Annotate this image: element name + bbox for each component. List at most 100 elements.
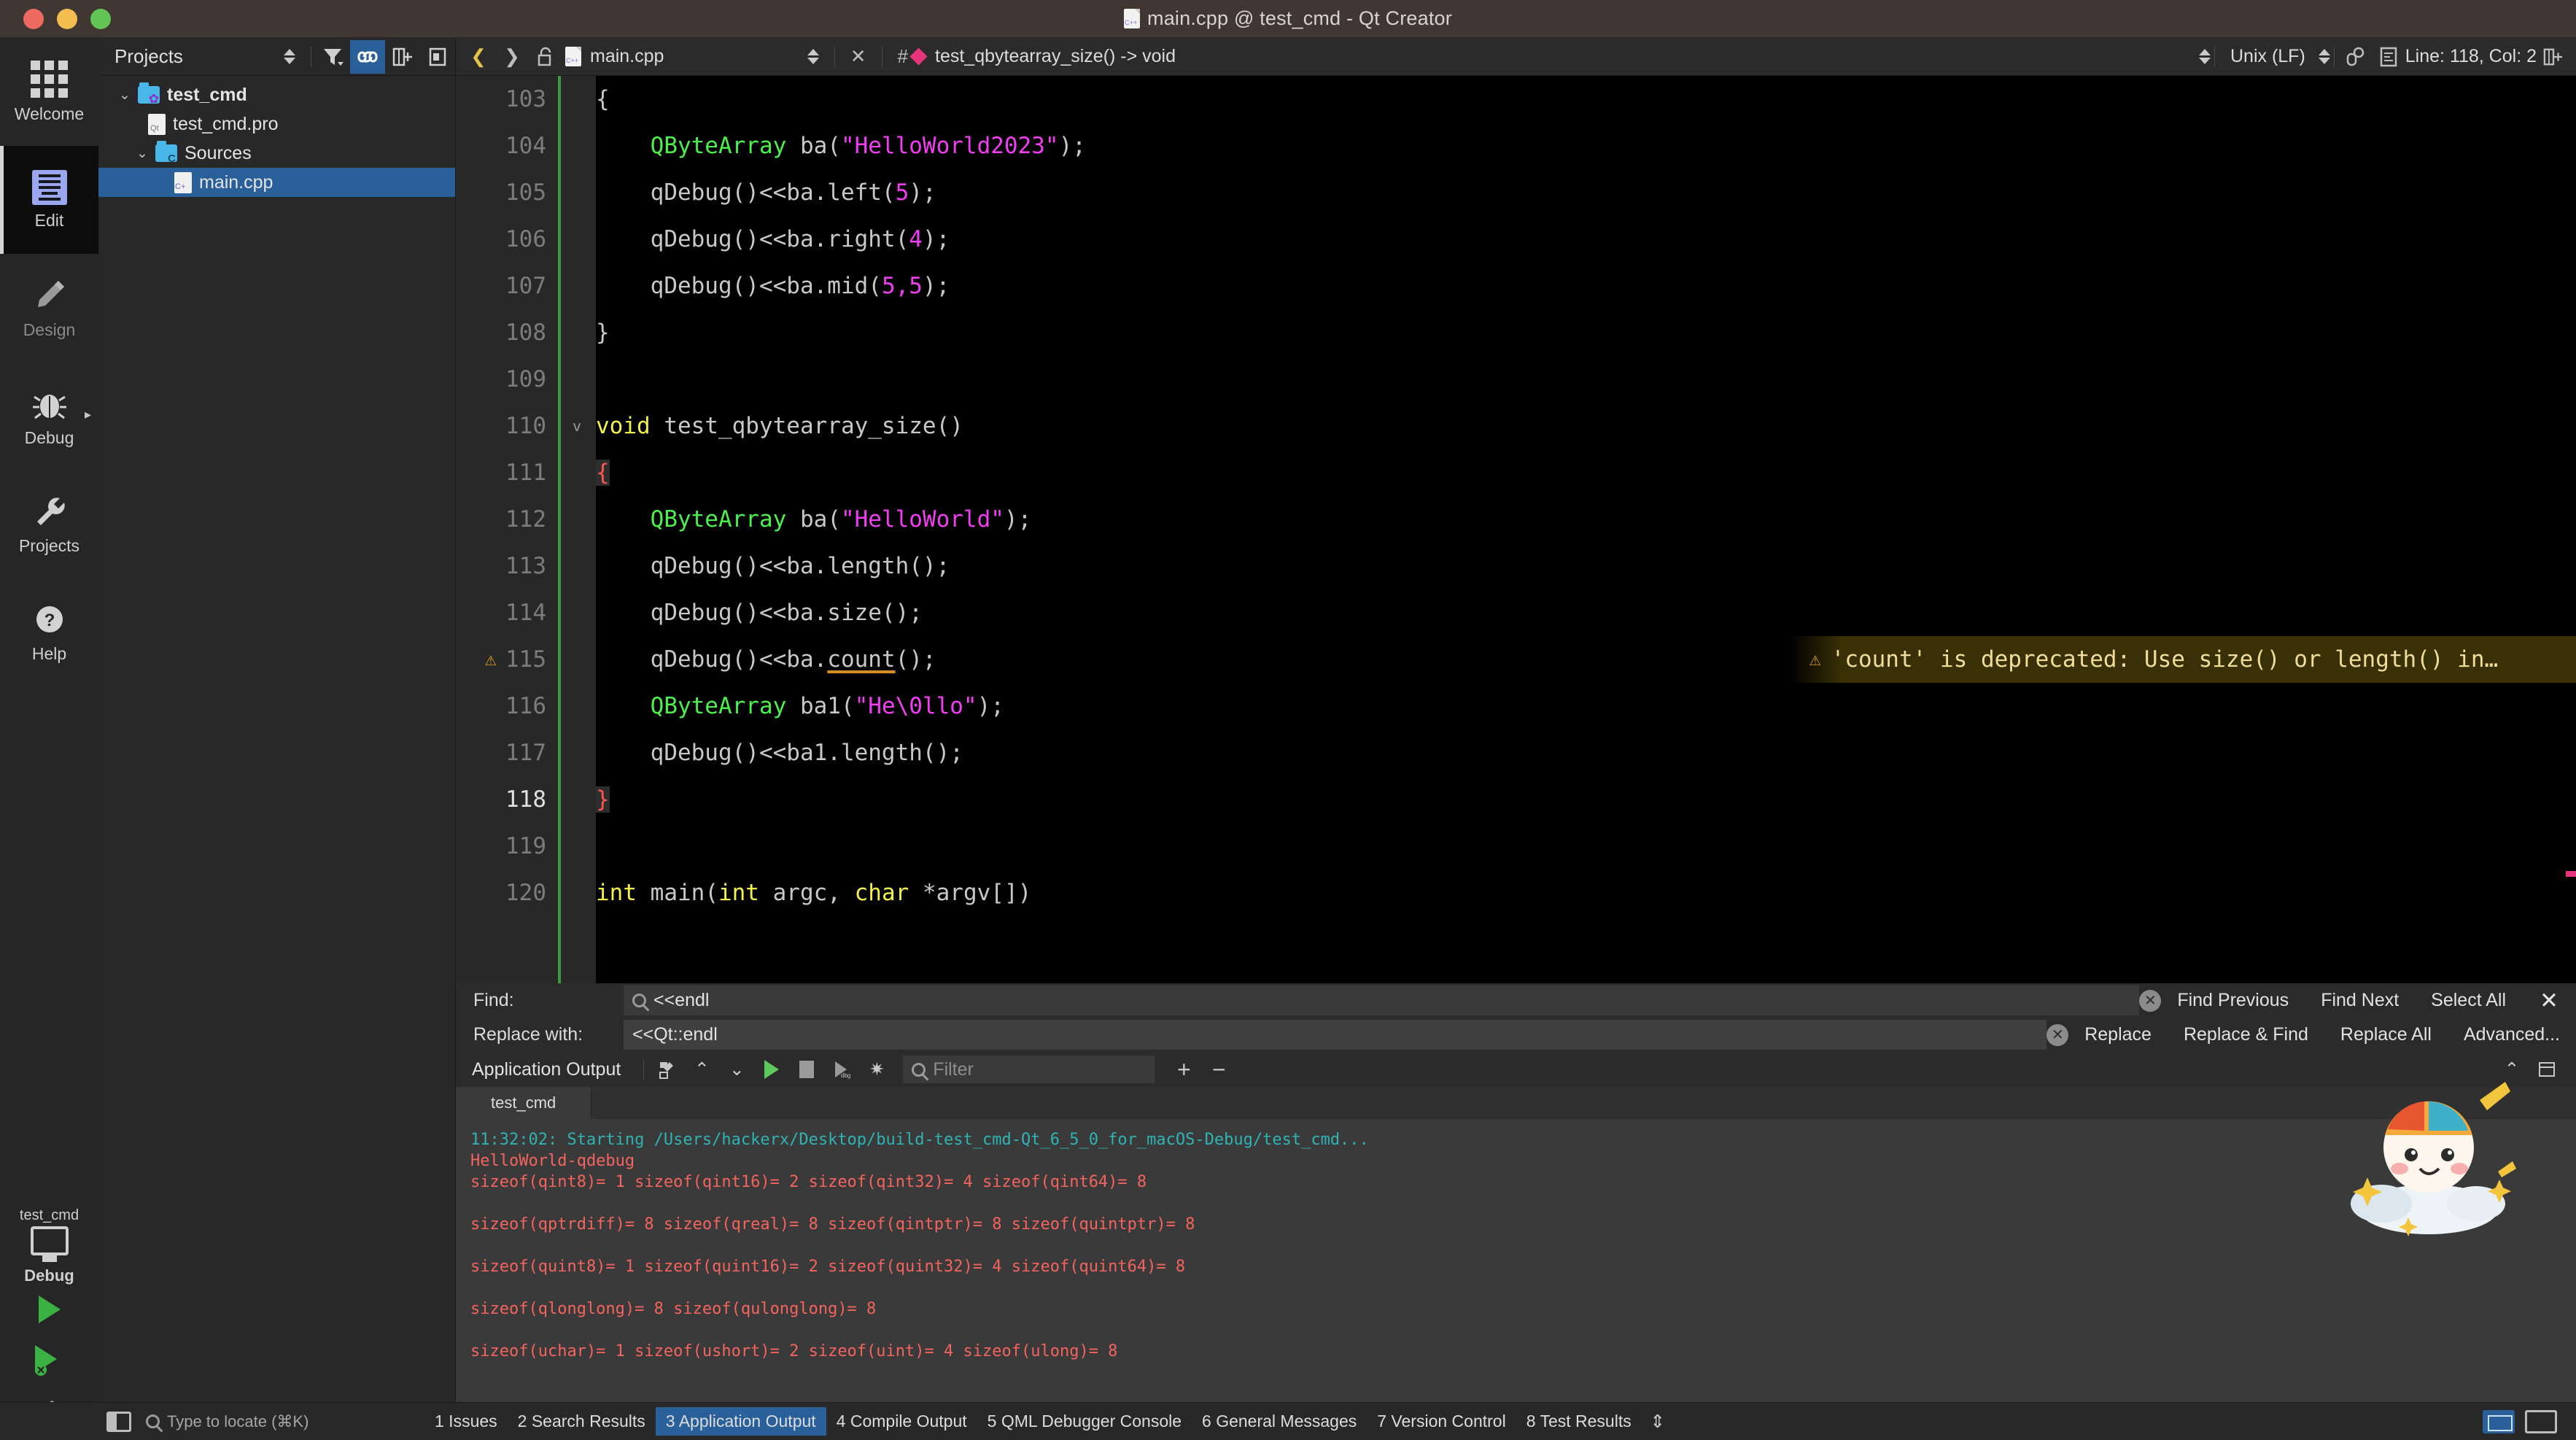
attach-icon[interactable] (2338, 40, 2372, 74)
code-line[interactable]: 105 qDebug()<<ba.left(5); (456, 169, 2576, 216)
sidebar-item-projects[interactable]: Projects (0, 470, 98, 578)
editor-file-selector[interactable]: main.cpp ✕ # (565, 45, 908, 68)
zoom-in-button[interactable]: + (1168, 1053, 1200, 1085)
prev-item-icon[interactable]: ⌃ (686, 1053, 718, 1085)
code-line[interactable]: 120 int main(int argc, char *argv[]) (456, 870, 2576, 916)
status-tab-general-messages[interactable]: 6 General Messages (1192, 1407, 1367, 1436)
symbol-selector[interactable]: test_qbytearray_size() -> void (909, 46, 2211, 67)
chevron-left-icon[interactable]: ❮ (462, 40, 495, 74)
filter-tree-button[interactable] (315, 40, 350, 74)
sidebar-item-edit[interactable]: Edit (0, 146, 98, 254)
code-line[interactable]: 110 v void test_qbytearray_size() (456, 403, 2576, 449)
unlocked-icon[interactable] (529, 40, 562, 74)
sidebar-item-design[interactable]: Design (0, 254, 98, 362)
kit-selector[interactable]: test_cmd Debug (0, 1203, 98, 1296)
chevron-updown-icon[interactable] (807, 49, 819, 64)
fold-marker[interactable]: v (558, 417, 596, 435)
console-output[interactable]: 11:32:02: Starting /Users/hackerx/Deskto… (456, 1119, 2576, 1404)
chevron-updown-icon[interactable] (2198, 49, 2211, 64)
hash-icon[interactable]: # (898, 45, 908, 68)
warning-triangle-icon[interactable]: ⚠ (485, 649, 497, 670)
status-tab-search-results[interactable]: 2 Search Results (508, 1407, 656, 1436)
hide-output-pane-icon[interactable] (2525, 1409, 2557, 1433)
tree-item-test-cmd-pro[interactable]: test_cmd.pro (98, 109, 455, 139)
code-line[interactable]: 116 QByteArray ba1("He\0llo"); (456, 683, 2576, 729)
output-tab-test-cmd[interactable]: test_cmd (456, 1087, 592, 1119)
chevron-updown-icon[interactable] (2318, 49, 2330, 64)
chevron-down-icon[interactable]: ⌄ (112, 88, 138, 102)
code-text: qDebug()<<ba1.length(); (596, 740, 963, 766)
code-editor[interactable]: 103 {104 QByteArray ba("HelloWorld2023");… (456, 76, 2576, 983)
select-all-button[interactable]: Select All (2415, 990, 2522, 1011)
toggle-sidebar-icon[interactable] (106, 1411, 131, 1432)
add-split-button[interactable] (385, 40, 420, 74)
replace-all-button[interactable]: Replace All (2324, 1024, 2448, 1045)
code-text: qDebug()<<ba.count(); (596, 646, 936, 673)
console-line: sizeof(quint8)= 1 sizeof(quint16)= 2 siz… (470, 1258, 1186, 1277)
advanced-button[interactable]: Advanced... (2448, 1024, 2576, 1045)
code-line[interactable]: 104 QByteArray ba("HelloWorld2023"); (456, 123, 2576, 169)
close-pane-icon[interactable] (2531, 1053, 2563, 1085)
tree-item-test-cmd[interactable]: ⌄ test_cmd (98, 80, 455, 109)
code-line[interactable]: 107 qDebug()<<ba.mid(5,5); (456, 263, 2576, 309)
tree-item-main-cpp[interactable]: main.cpp (98, 168, 455, 197)
find-input[interactable]: <<endl (624, 986, 2140, 1015)
close-find-icon[interactable]: ✕ (2522, 988, 2576, 1014)
run-debug-icon[interactable] (31, 1342, 69, 1376)
code-line[interactable]: 112 QByteArray ba("HelloWorld"); (456, 496, 2576, 543)
synchronize-selection-button[interactable] (350, 39, 385, 74)
clear-find-button[interactable]: ✕ (2139, 989, 2162, 1012)
status-tab-test-results[interactable]: 8 Test Results (1516, 1407, 1642, 1436)
code-line[interactable]: 106 qDebug()<<ba.right(4); (456, 216, 2576, 263)
show-output-pane-icon[interactable] (2483, 1409, 2515, 1433)
replace-input[interactable]: <<Qt::endl (624, 1020, 2047, 1050)
status-tab-version-control[interactable]: 7 Version Control (1367, 1407, 1516, 1436)
sources-folder-icon (155, 141, 177, 164)
view-selector-button[interactable] (272, 40, 307, 74)
more-panes-icon[interactable]: ⇕ (1642, 1406, 1674, 1438)
status-tab-compile-output[interactable]: 4 Compile Output (826, 1407, 977, 1436)
close-sidebar-button[interactable] (420, 40, 455, 74)
find-previous-button[interactable]: Find Previous (2161, 990, 2305, 1011)
replace-and-find-button[interactable]: Replace & Find (2168, 1024, 2324, 1045)
next-item-icon[interactable]: ⌄ (721, 1053, 753, 1085)
code-line[interactable]: 103 { (456, 76, 2576, 123)
clear-output-icon[interactable] (651, 1053, 683, 1085)
sidebar-item-help[interactable]: ? Help (0, 578, 98, 686)
settings-gear-icon[interactable]: ✷ (861, 1053, 893, 1085)
sidebar-item-debug[interactable]: ▸ Debug (0, 362, 98, 470)
output-tab-bar: test_cmd (456, 1087, 2576, 1119)
code-line[interactable]: 108} (456, 309, 2576, 356)
clear-replace-button[interactable]: ✕ (2047, 1023, 2069, 1046)
code-line[interactable]: 118} (456, 776, 2576, 823)
find-next-button[interactable]: Find Next (2305, 990, 2415, 1011)
tree-item-sources[interactable]: ⌄ Sources (98, 139, 455, 168)
run-icon[interactable] (38, 1296, 61, 1323)
output-filter-input[interactable]: Filter (903, 1056, 1155, 1083)
locator-input[interactable]: Type to locate (⌘K) (146, 1409, 417, 1434)
close-editor-icon[interactable]: ✕ (850, 45, 866, 68)
status-tab-application-output[interactable]: 3 Application Output (655, 1407, 826, 1436)
zoom-out-button[interactable]: − (1203, 1053, 1235, 1085)
split-editor-icon[interactable] (2537, 40, 2570, 74)
run-icon[interactable] (756, 1053, 788, 1085)
code-line[interactable]: 117 qDebug()<<ba1.length(); (456, 729, 2576, 776)
code-line[interactable]: 114 qDebug()<<ba.size(); (456, 589, 2576, 636)
chevron-down-icon[interactable]: ⌄ (129, 147, 155, 160)
status-tab-issues[interactable]: 1 Issues (424, 1407, 508, 1436)
attach-debugger-icon[interactable]: dbg (826, 1053, 858, 1085)
code-line[interactable]: 113 qDebug()<<ba.length(); (456, 543, 2576, 589)
code-line[interactable]: 119 (456, 823, 2576, 870)
maximize-pane-icon[interactable]: ⌃ (2496, 1053, 2528, 1085)
code-line[interactable]: 111 { (456, 449, 2576, 496)
stop-icon[interactable] (791, 1053, 823, 1085)
chevron-right-icon[interactable]: ❯ (495, 40, 529, 74)
encoding-selector[interactable]: Unix (LF) (2230, 46, 2330, 67)
code-line[interactable]: ⚠ 115 qDebug()<<ba.count(); ⚠ 'count' is de… (456, 636, 2576, 683)
inline-warning-annotation[interactable]: ⚠ 'count' is deprecated: Use size() or le… (1791, 636, 2576, 683)
status-tab-qml-debugger-console[interactable]: 5 QML Debugger Console (977, 1407, 1192, 1436)
code-line[interactable]: 109 (456, 356, 2576, 403)
replace-button[interactable]: Replace (2068, 1024, 2168, 1045)
sidebar-item-welcome[interactable]: Welcome (0, 38, 98, 146)
